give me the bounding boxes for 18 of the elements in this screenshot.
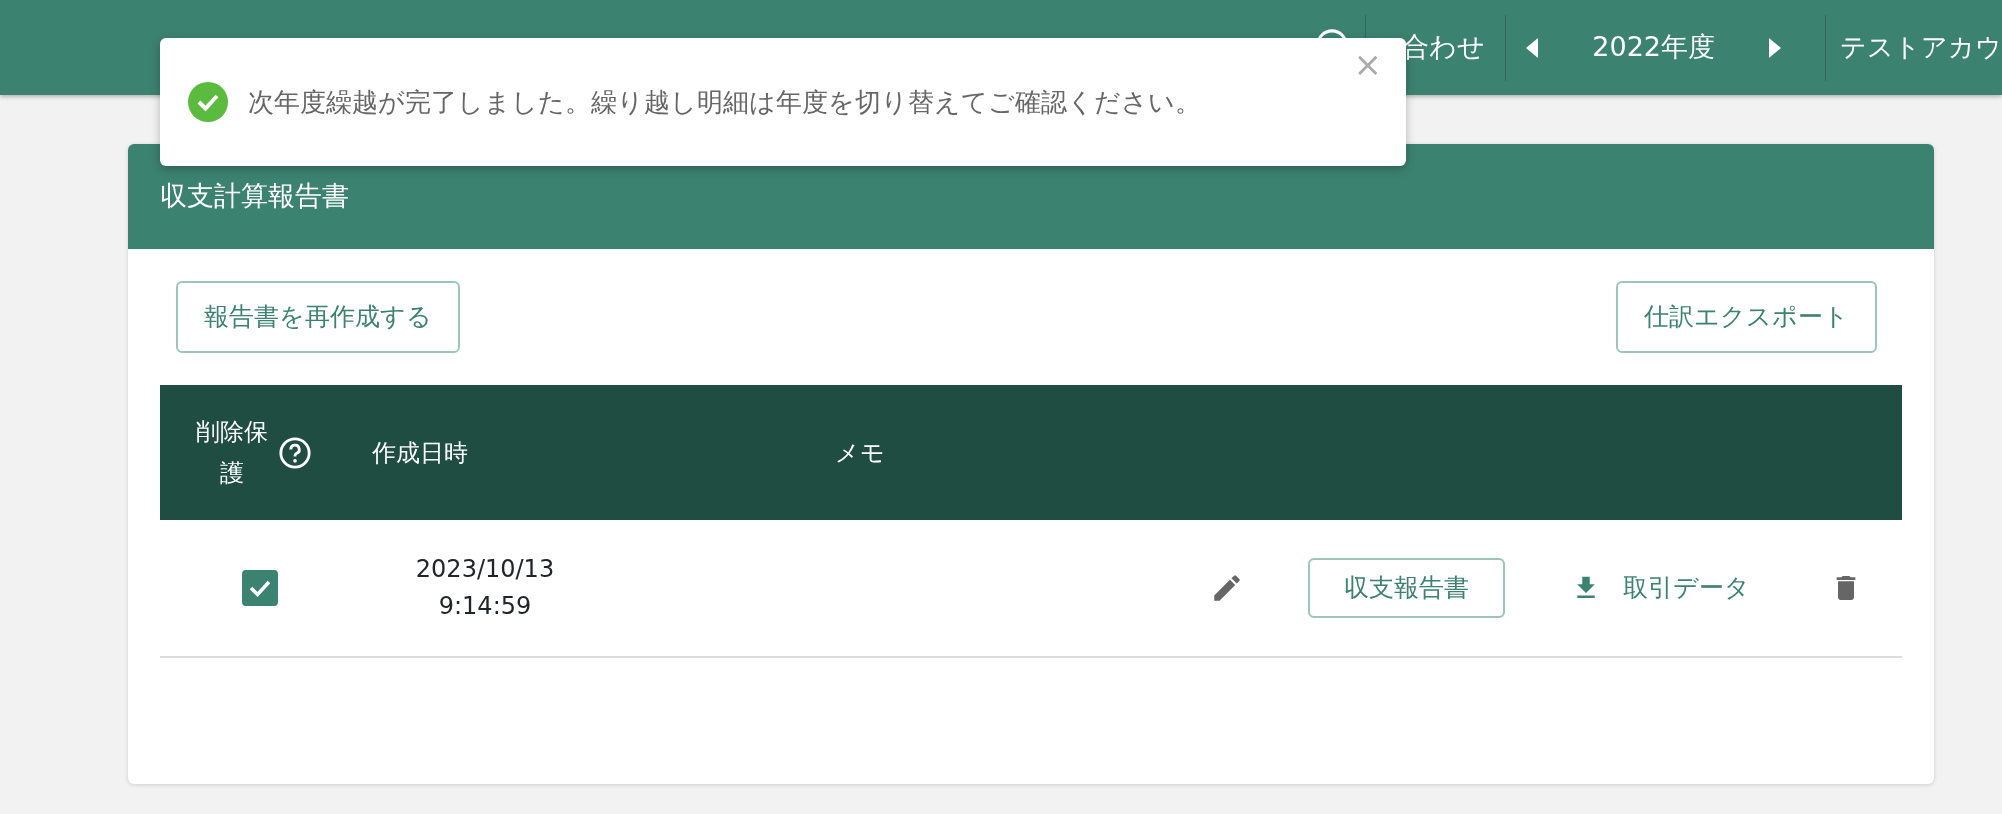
- checkbox[interactable]: [242, 570, 278, 606]
- caret-icon: [1769, 38, 1781, 58]
- created-time: 9:14:59: [438, 591, 532, 622]
- account-menu[interactable]: テストアカウ: [1826, 28, 2002, 67]
- success-icon: [188, 82, 228, 122]
- caret-icon: [1526, 38, 1539, 58]
- column-header: 削除保護: [195, 416, 269, 489]
- created-date: 2023/10/13: [415, 553, 555, 585]
- fiscal-year: 2022年度: [1591, 30, 1716, 65]
- column-header: 作成日時: [371, 437, 469, 469]
- export-journal-button[interactable]: 仕訳エクスポート: [1616, 281, 1877, 353]
- regenerate-report-button[interactable]: 報告書を再作成する: [176, 281, 460, 353]
- column-header: メモ: [835, 437, 885, 469]
- toast-message: 次年度繰越が完了しました。繰り越し明細は年度を切り替えてご確認ください。: [248, 85, 1201, 119]
- download-link[interactable]: 取引データ: [1571, 569, 1750, 607]
- close-button[interactable]: ×: [1347, 46, 1388, 82]
- report-button[interactable]: 収支報告書: [1308, 558, 1505, 618]
- help-icon[interactable]: [278, 435, 312, 470]
